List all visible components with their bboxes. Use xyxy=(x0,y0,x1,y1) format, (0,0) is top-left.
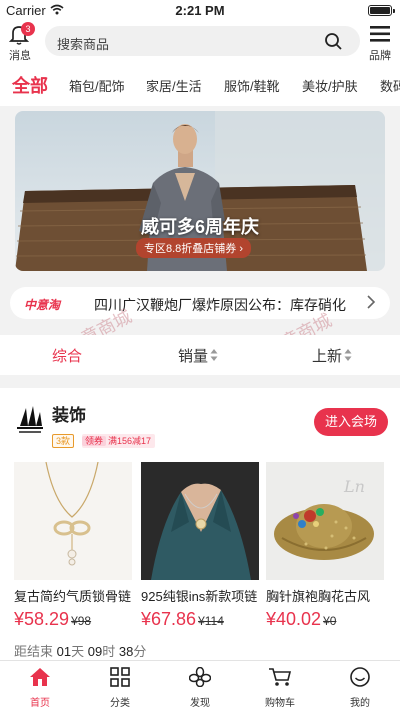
product-price: ¥40.02 ¥0 xyxy=(266,609,384,630)
countdown-timer: 距结束 01天 09时 38分 xyxy=(14,641,146,660)
tab-bags-accessories[interactable]: 箱包/配饰 xyxy=(69,76,125,95)
tab-home-living[interactable]: 家居/生活 xyxy=(146,76,202,95)
store-logo xyxy=(17,406,43,433)
sort-bar: 综合 销量 上新 xyxy=(0,335,400,375)
app-screen: Carrier 2:21 PM 3 消息 搜索商品 品牌 全部 箱包/配饰 家居… xyxy=(0,0,400,710)
enter-venue-button[interactable]: 进入会场 xyxy=(314,408,388,436)
countdown-day-unit: 天 xyxy=(71,644,85,659)
sort-comprehensive[interactable]: 综合 xyxy=(52,345,82,366)
tab-label: 首页 xyxy=(30,698,50,709)
original-price: ¥0 xyxy=(323,614,337,628)
grid-icon xyxy=(110,667,130,687)
item-count-tag: 3款 xyxy=(52,434,75,448)
product-title: 复古简约气质锁骨链 xyxy=(14,589,132,604)
menu-icon xyxy=(370,26,390,42)
messages-label: 消息 xyxy=(9,50,31,62)
tab-label: 购物车 xyxy=(265,698,295,709)
search-input[interactable]: 搜索商品 xyxy=(45,26,360,56)
tab-beauty-skincare[interactable]: 美妆/护肤 xyxy=(302,76,358,95)
bottom-tab-bar: 首页 分类 发现 购物车 我的 xyxy=(0,660,400,710)
venue-card: 装饰 3款 领券 满156减17 进入会场 复古简约气质锁骨链 ¥58.29 ¥… xyxy=(0,388,400,660)
ticker-brand: 中意淘 xyxy=(24,298,61,312)
tab-all[interactable]: 全部 xyxy=(12,72,48,98)
status-time: 2:21 PM xyxy=(175,3,225,18)
message-count-badge: 3 xyxy=(21,22,35,36)
tab-home[interactable]: 首页 xyxy=(10,667,70,709)
current-price: ¥67.86 xyxy=(141,609,197,629)
countdown-hours: 09 xyxy=(87,644,103,659)
necklace-image xyxy=(14,462,132,580)
sort-newest[interactable]: 上新 xyxy=(312,345,342,366)
product-title: 胸针旗袍胸花古风 xyxy=(266,589,371,604)
tab-label: 我的 xyxy=(350,698,370,709)
countdown-minutes: 38 xyxy=(118,644,134,659)
coupon-text: 满156减17 xyxy=(108,436,152,446)
coupon-kind: 领券 xyxy=(82,436,107,446)
current-price: ¥58.29 xyxy=(14,609,70,629)
battery-icon xyxy=(368,5,395,16)
current-price: ¥40.02 xyxy=(266,609,322,629)
banner-subtitle: 专区8.8折叠店铺券 › xyxy=(136,238,252,258)
search-icon[interactable] xyxy=(324,32,342,50)
category-tabs: 全部 箱包/配饰 家居/生活 服饰/鞋靴 美妆/护肤 数码 xyxy=(0,64,400,106)
original-price: ¥98 xyxy=(71,614,92,628)
messages-button[interactable]: 3 消息 xyxy=(6,22,35,62)
news-ticker[interactable]: 中意淘 四川广汉鞭炮厂爆炸原因公布：库存硝化 xyxy=(10,287,390,319)
tab-profile[interactable]: 我的 xyxy=(330,667,390,709)
product-image xyxy=(14,462,132,580)
status-bar: Carrier 2:21 PM xyxy=(0,0,400,20)
search-placeholder: 搜索商品 xyxy=(57,37,110,52)
tab-cart[interactable]: 购物车 xyxy=(250,667,310,709)
product-card[interactable]: 925纯银ins新款项链 ¥67.86 ¥114 xyxy=(141,462,259,630)
product-card[interactable]: Ln 胸针旗袍胸花古风 ¥40.02 ¥0 xyxy=(266,462,384,630)
sort-caret-icon xyxy=(344,349,352,361)
countdown-days: 01 xyxy=(56,644,72,659)
home-icon xyxy=(30,668,50,686)
pendant-image xyxy=(141,462,259,580)
ticker-text: 四川广汉鞭炮厂爆炸原因公布：库存硝化 xyxy=(94,297,346,313)
brand-button[interactable]: 品牌 xyxy=(366,22,394,62)
product-price: ¥67.86 ¥114 xyxy=(141,609,259,630)
brand-label: 品牌 xyxy=(369,50,391,62)
tab-clothing-shoes[interactable]: 服饰/鞋靴 xyxy=(224,76,280,95)
top-header: 3 消息 搜索商品 品牌 xyxy=(0,20,400,64)
countdown-prefix: 距结束 xyxy=(14,644,54,659)
product-image xyxy=(141,462,259,580)
product-image: Ln xyxy=(266,462,384,580)
original-price: ¥114 xyxy=(198,614,224,628)
product-title: 925纯银ins新款项链 xyxy=(141,589,258,604)
flower-icon xyxy=(188,666,212,688)
product-price: ¥58.29 ¥98 xyxy=(14,609,132,630)
countdown-hour-unit: 时 xyxy=(102,644,116,659)
coupon-tag[interactable]: 领券 满156减17 xyxy=(82,434,156,448)
product-card[interactable]: 复古简约气质锁骨链 ¥58.29 ¥98 xyxy=(14,462,132,630)
tab-digital[interactable]: 数码 xyxy=(380,76,400,95)
cart-icon xyxy=(269,668,292,686)
countdown-minute-unit: 分 xyxy=(133,644,147,659)
sort-caret-icon xyxy=(210,349,218,361)
svg-text:Ln: Ln xyxy=(343,477,365,496)
sort-sales[interactable]: 销量 xyxy=(178,345,208,366)
promo-banner[interactable]: 威可多6周年庆 专区8.8折叠店铺券 › xyxy=(15,111,385,271)
brooch-image: Ln xyxy=(266,462,384,580)
tab-label: 发现 xyxy=(190,698,210,709)
tab-label: 分类 xyxy=(110,698,130,709)
smiley-icon xyxy=(350,667,370,687)
tab-discover[interactable]: 发现 xyxy=(170,666,230,709)
venue-name: 装饰 xyxy=(52,406,86,425)
banner-title: 威可多6周年庆 xyxy=(140,217,259,237)
chevron-right-icon[interactable] xyxy=(366,294,376,310)
tab-category[interactable]: 分类 xyxy=(90,667,150,709)
